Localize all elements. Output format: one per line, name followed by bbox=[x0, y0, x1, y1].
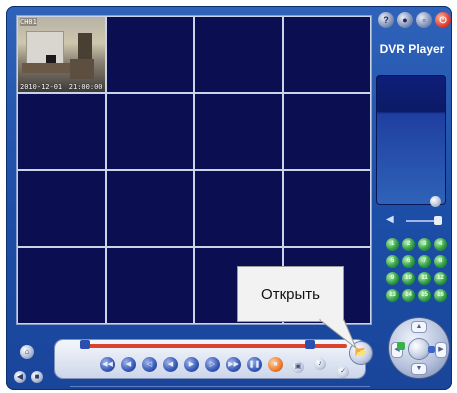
camera-view-14[interactable] bbox=[106, 248, 193, 323]
camera-timestamp: 2010-12-01 21:00:00 bbox=[20, 83, 103, 91]
channel-button-12[interactable]: 12 bbox=[434, 272, 447, 285]
pause-icon[interactable]: ❚❚ bbox=[247, 357, 262, 372]
camera-view-13[interactable] bbox=[18, 248, 105, 323]
camera-date: 2010-12-01 bbox=[20, 83, 63, 91]
settings-icon[interactable]: ● bbox=[397, 12, 413, 28]
info-panel-knob[interactable] bbox=[430, 196, 441, 207]
seek-start-thumb[interactable] bbox=[80, 340, 90, 349]
audio-icon[interactable]: ♪ bbox=[314, 358, 326, 370]
stop-icon[interactable]: ■ bbox=[268, 357, 283, 372]
tooltip-pointer bbox=[318, 319, 357, 349]
playback-buttons: ◀◀ ◀ ◁ ◀ ▶ ▷ ▶▶ ❚❚ ■ bbox=[100, 357, 283, 372]
help-icon[interactable]: ? bbox=[378, 12, 394, 28]
ptz-status-icon bbox=[397, 342, 405, 350]
snapshot-icon[interactable]: ▣ bbox=[292, 361, 304, 373]
channel-button-11[interactable]: 11 bbox=[418, 272, 431, 285]
volume-slider-thumb[interactable] bbox=[434, 216, 442, 225]
camera-view-3[interactable] bbox=[195, 17, 282, 92]
channel-button-13[interactable]: 13 bbox=[386, 289, 399, 302]
camera-scene bbox=[26, 31, 64, 67]
home-icon[interactable]: ⌂ bbox=[20, 345, 34, 359]
channel-button-1[interactable]: 1 bbox=[386, 238, 399, 251]
channel-button-6[interactable]: 6 bbox=[402, 255, 415, 268]
bottom-divider bbox=[70, 386, 370, 387]
channel-button-3[interactable]: 3 bbox=[418, 238, 431, 251]
ptz-control: ▲ ▼ ◀ ▶ bbox=[389, 318, 449, 378]
record-icon[interactable]: ■ bbox=[31, 371, 43, 383]
camera-channel-label: CH01 bbox=[20, 18, 37, 26]
camera-view-5[interactable] bbox=[18, 94, 105, 169]
channel-button-2[interactable]: 2 bbox=[402, 238, 415, 251]
check-icon[interactable]: ✓ bbox=[337, 366, 349, 378]
reverse-play-icon[interactable]: ◀ bbox=[163, 357, 178, 372]
camera-view-6[interactable] bbox=[106, 94, 193, 169]
channel-button-5[interactable]: 5 bbox=[386, 255, 399, 268]
channel-button-16[interactable]: 16 bbox=[434, 289, 447, 302]
forward-icon[interactable]: ▶▶ bbox=[226, 357, 241, 372]
channel-buttons: 1 2 3 4 5 6 7 8 9 10 11 12 13 14 15 16 bbox=[386, 238, 450, 302]
app-title: DVR Player bbox=[379, 42, 445, 56]
playback-control-bar: ◀◀ ◀ ◁ ◀ ▶ ▷ ▶▶ ❚❚ ■ ▣ ♪ ✓ bbox=[55, 340, 365, 378]
back-icon[interactable]: ◀ bbox=[14, 371, 26, 383]
channel-button-15[interactable]: 15 bbox=[418, 289, 431, 302]
power-icon[interactable]: ⏻ bbox=[435, 12, 451, 28]
channel-button-10[interactable]: 10 bbox=[402, 272, 415, 285]
camera-view-4[interactable] bbox=[283, 17, 370, 92]
channel-button-8[interactable]: 8 bbox=[434, 255, 447, 268]
camera-view-11[interactable] bbox=[195, 171, 282, 246]
step-forward-icon[interactable]: ▷ bbox=[205, 357, 220, 372]
camera-view-10[interactable] bbox=[106, 171, 193, 246]
rewind-icon[interactable]: ◀ bbox=[121, 357, 136, 372]
info-panel bbox=[376, 75, 446, 205]
step-back-icon[interactable]: ◁ bbox=[142, 357, 157, 372]
camera-view-1[interactable]: CH01 2010-12-01 21:00:00 bbox=[18, 17, 105, 92]
camera-view-7[interactable] bbox=[195, 94, 282, 169]
ptz-right-button[interactable]: ▶ bbox=[436, 343, 446, 357]
play-icon[interactable]: ▶ bbox=[184, 357, 199, 372]
open-tooltip: Открыть bbox=[237, 266, 344, 322]
seek-end-thumb[interactable] bbox=[305, 340, 315, 349]
window-controls: ? ● ▫ ⏻ bbox=[378, 12, 451, 28]
camera-view-9[interactable] bbox=[18, 171, 105, 246]
channel-button-14[interactable]: 14 bbox=[402, 289, 415, 302]
volume-control: ◀ bbox=[386, 214, 446, 226]
rewind-fast-icon[interactable]: ◀◀ bbox=[100, 357, 115, 372]
ptz-up-button[interactable]: ▲ bbox=[412, 322, 426, 332]
camera-time: 21:00:00 bbox=[68, 83, 103, 91]
ptz-grid-icon[interactable] bbox=[428, 346, 435, 353]
speaker-icon[interactable]: ◀ bbox=[386, 214, 398, 226]
camera-view-8[interactable] bbox=[283, 94, 370, 169]
ptz-down-button[interactable]: ▼ bbox=[412, 364, 426, 374]
channel-button-4[interactable]: 4 bbox=[434, 238, 447, 251]
channel-button-7[interactable]: 7 bbox=[418, 255, 431, 268]
camera-view-2[interactable] bbox=[106, 17, 193, 92]
ptz-center-button[interactable] bbox=[409, 339, 429, 359]
channel-button-9[interactable]: 9 bbox=[386, 272, 399, 285]
minimize-icon[interactable]: ▫ bbox=[416, 12, 432, 28]
camera-view-12[interactable] bbox=[283, 171, 370, 246]
